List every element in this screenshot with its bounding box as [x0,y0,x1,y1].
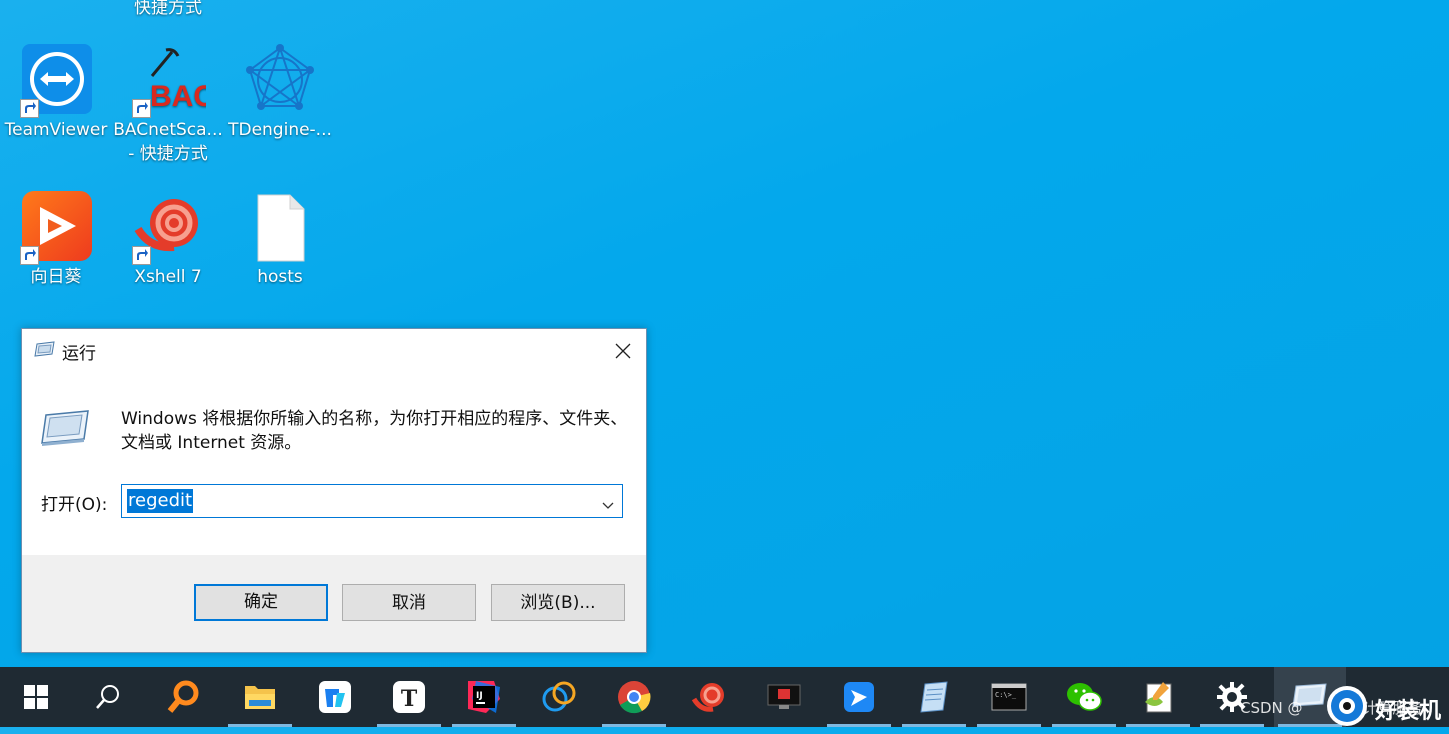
desktop-icon-xshell[interactable]: Xshell 7 [112,189,224,289]
desktop-icon-label: 向日葵 [30,267,82,287]
notepad-icon[interactable] [898,667,970,727]
app-icon[interactable] [299,667,371,727]
cancel-button[interactable]: 取消 [342,584,476,621]
wechat-icon[interactable] [1048,667,1120,727]
run-dialog: 运行 Windows 将根据你所输入的名称，为你打开相应的程序、文件夹、文档或 … [21,328,647,653]
desktop-icon-sunlogin[interactable]: 向日葵 [0,189,112,289]
run-small-icon [34,340,56,362]
desktop-icon-label-2: - 快捷方式 [128,144,208,164]
sunlogin-icon [18,189,94,265]
dialog-title: 运行 [62,343,96,364]
svg-text:BAC: BAC [150,80,206,113]
dialog-footer: 确定 取消 浏览(B)... [22,555,646,652]
svg-text:C:\>_: C:\>_ [995,691,1017,699]
rdp-icon[interactable] [748,667,820,727]
search-icon[interactable] [72,667,144,727]
run-icon [40,409,92,453]
desktop-icon-label: TeamViewer [4,120,108,140]
desktop-icon-bacnetscan[interactable]: BAC BACnetSca... - 快捷方式 [112,42,224,166]
xshell-icon [130,189,206,265]
open-combobox[interactable]: regedit [121,484,623,518]
shortcut-arrow-icon [20,246,39,265]
intellij-idea-icon[interactable]: IJ [448,667,520,727]
browse-button[interactable]: 浏览(B)... [491,584,625,621]
desktop-icon-tdengine[interactable]: TDengine-... [224,42,336,142]
start-icon[interactable] [0,667,72,727]
shortcut-arrow-icon [20,99,39,118]
feishu-icon[interactable] [823,667,895,727]
chevron-down-icon[interactable] [602,495,614,514]
everything-icon[interactable] [148,667,220,727]
taskbar: T IJ C:\>_ [0,667,1449,727]
desktop-icon-label: hosts [257,267,303,287]
notepad-plus-plus-icon[interactable] [1122,667,1194,727]
file-icon [242,189,318,265]
bacnet-icon: BAC [130,42,215,118]
shortcut-arrow-icon [132,99,151,118]
cmd-icon[interactable]: C:\>_ [973,667,1045,727]
desktop-icon-label: TDengine-... [228,120,332,140]
open-label: 打开(O): [41,495,108,515]
dialog-titlebar[interactable]: 运行 [22,329,646,373]
close-icon[interactable] [608,336,638,366]
svg-text:T: T [401,686,418,712]
command-input[interactable]: regedit [127,489,194,513]
teamviewer-icon [18,42,94,118]
svg-text:IJ: IJ [476,691,483,701]
desktop-shortcut-label-top: 快捷方式 [134,0,202,18]
desktop-icon-label: Xshell 7 [134,267,202,287]
desktop-icon-hosts[interactable]: hosts [224,189,336,289]
network-app-icon[interactable] [523,667,595,727]
desktop-icon-teamviewer[interactable]: TeamViewer [0,42,112,142]
chrome-icon[interactable] [598,667,670,727]
tdengine-icon [242,42,318,118]
typora-icon[interactable]: T [373,667,445,727]
desktop-icon-label: BACnetSca... [113,120,223,140]
dialog-description: Windows 将根据你所输入的名称，为你打开相应的程序、文件夹、文档或 Int… [121,409,628,453]
file-explorer-icon[interactable] [224,667,296,727]
shortcut-arrow-icon [132,246,151,265]
xshell-icon[interactable] [673,667,745,727]
ok-button[interactable]: 确定 [194,584,328,621]
dialog-body: Windows 将根据你所输入的名称，为你打开相应的程序、文件夹、文档或 Int… [22,373,646,555]
